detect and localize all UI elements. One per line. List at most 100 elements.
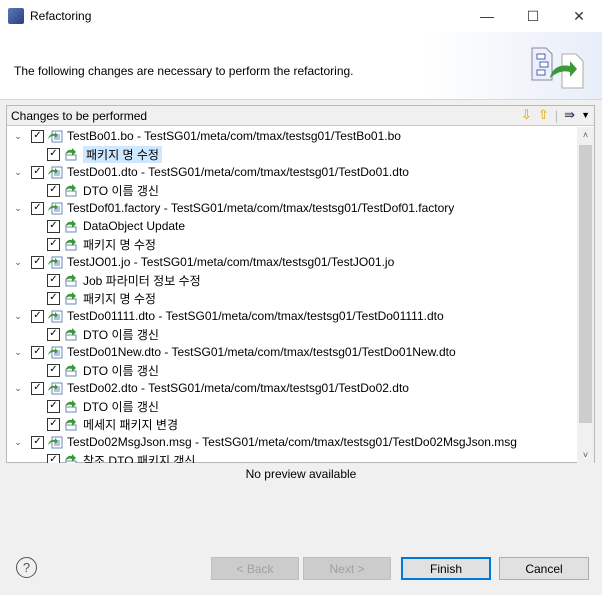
finish-button[interactable]: Finish xyxy=(401,557,491,580)
tree-change-row[interactable]: ✓ DTO 이름 갱신 xyxy=(7,181,578,199)
change-label: 참조 DTO 패키지 갱신 xyxy=(83,453,196,464)
checkbox[interactable]: ✓ xyxy=(47,273,60,287)
text-change-icon xyxy=(63,326,79,342)
tree-change-row[interactable]: ✓ DataObject Update xyxy=(7,217,578,235)
chevron-down-icon[interactable]: ⌄ xyxy=(11,383,25,394)
checkbox[interactable]: ✓ xyxy=(47,237,60,251)
filter-changes-icon[interactable]: ⇛ xyxy=(564,107,575,123)
chevron-down-icon[interactable]: ⌄ xyxy=(11,203,25,214)
file-change-icon xyxy=(47,200,63,216)
tree-change-row[interactable]: ✓ DTO 이름 갱신 xyxy=(7,397,578,415)
checkbox[interactable]: ✓ xyxy=(47,219,60,233)
checkbox[interactable]: ✓ xyxy=(31,129,44,143)
help-button[interactable]: ? xyxy=(16,557,37,578)
text-change-icon xyxy=(63,398,79,414)
tree-change-row[interactable]: ✓ 패키지 명 수정 xyxy=(7,235,578,253)
file-label: TestJO01.jo - TestSG01/meta/com/tmax/tes… xyxy=(67,255,395,269)
checkbox[interactable]: ✓ xyxy=(47,183,60,197)
checkbox[interactable]: ✓ xyxy=(47,399,60,413)
previous-change-icon[interactable]: ⇧ xyxy=(538,107,549,123)
chevron-down-icon[interactable]: ⌄ xyxy=(11,131,25,142)
checkbox[interactable]: ✓ xyxy=(47,417,60,431)
checkbox[interactable]: ✓ xyxy=(31,435,44,449)
cancel-button[interactable]: Cancel xyxy=(499,557,589,580)
close-button[interactable]: ✕ xyxy=(556,0,602,32)
checkbox[interactable]: ✓ xyxy=(31,165,44,179)
text-change-icon xyxy=(63,272,79,288)
tree-file-row[interactable]: ⌄ ✓ TestDo01111.dto - TestSG01/meta/com/tm… xyxy=(7,307,578,325)
chevron-down-icon[interactable]: ⌄ xyxy=(11,311,25,322)
tree-file-row[interactable]: ⌄ ✓ TestDof01.factory - TestSG01/meta/com/… xyxy=(7,199,578,217)
checkbox[interactable]: ✓ xyxy=(47,453,60,463)
wizard-header: The following changes are necessary to p… xyxy=(0,32,602,100)
next-button[interactable]: Next > xyxy=(303,557,391,580)
changes-panel-header: Changes to be performed ⇩ ⇧ | ⇛ ▼ xyxy=(7,106,594,126)
preview-message: No preview available xyxy=(245,467,357,481)
tree-file-row[interactable]: ⌄ ✓ TestDo02MsgJson.msg - TestSG01/meta/co… xyxy=(7,433,578,451)
tree-change-row[interactable]: ✓ DTO 이름 갱신 xyxy=(7,361,578,379)
change-label: DTO 이름 갱신 xyxy=(83,327,159,342)
back-button[interactable]: < Back xyxy=(211,557,299,580)
window-title: Refactoring xyxy=(30,9,92,23)
checkbox[interactable]: ✓ xyxy=(31,255,44,269)
tree-change-row[interactable]: ✓ 패키지 명 수정 xyxy=(7,289,578,307)
checkbox[interactable]: ✓ xyxy=(31,201,44,215)
title-bar: Refactoring — ☐ ✕ xyxy=(0,0,602,32)
checkbox[interactable]: ✓ xyxy=(31,345,44,359)
file-change-icon xyxy=(47,434,63,450)
file-change-icon xyxy=(47,344,63,360)
change-label: DataObject Update xyxy=(83,219,186,233)
chevron-down-icon[interactable]: ⌄ xyxy=(11,167,25,178)
file-change-icon xyxy=(47,380,63,396)
scrollbar-thumb[interactable] xyxy=(579,145,592,423)
toolbar-separator: | xyxy=(554,107,559,123)
file-label: TestBo01.bo - TestSG01/meta/com/tmax/tes… xyxy=(67,129,401,143)
tree-change-row[interactable]: ✓ 참조 DTO 패키지 갱신 xyxy=(7,451,578,463)
text-change-icon xyxy=(63,362,79,378)
file-label: TestDo01111.dto - TestSG01/meta/com/tmax… xyxy=(67,309,444,323)
tree-file-row[interactable]: ⌄ ✓ TestDo01New.dto - TestSG01/meta/com/tm… xyxy=(7,343,578,361)
file-change-icon xyxy=(47,254,63,270)
checkbox[interactable]: ✓ xyxy=(31,381,44,395)
checkbox[interactable]: ✓ xyxy=(47,363,60,377)
file-change-icon xyxy=(47,128,63,144)
text-change-icon xyxy=(63,146,79,162)
tree-file-row[interactable]: ⌄ ✓ TestDo01.dto - TestSG01/meta/com/tmax/… xyxy=(7,163,578,181)
file-label: TestDof01.factory - TestSG01/meta/com/tm… xyxy=(67,201,455,215)
text-change-icon xyxy=(63,290,79,306)
changes-tree: ⌄ ✓ TestBo01.bo - TestSG01/meta/com/tmax/t… xyxy=(7,127,578,463)
vertical-scrollbar[interactable]: ˄ ˅ xyxy=(577,127,594,463)
text-change-icon xyxy=(63,236,79,252)
checkbox[interactable]: ✓ xyxy=(47,327,60,341)
scroll-down-icon[interactable]: ˅ xyxy=(577,447,594,463)
checkbox[interactable]: ✓ xyxy=(47,147,60,161)
change-label: 패키지 명 수정 xyxy=(83,291,156,306)
minimize-button[interactable]: — xyxy=(464,0,510,32)
app-icon xyxy=(8,8,24,24)
tree-change-row[interactable]: ✓ Job 파라미터 정보 수정 xyxy=(7,271,578,289)
chevron-down-icon[interactable]: ⌄ xyxy=(11,347,25,358)
changes-panel: Changes to be performed ⇩ ⇧ | ⇛ ▼ ⌄ ✓ Test… xyxy=(6,105,595,463)
scroll-up-icon[interactable]: ˄ xyxy=(577,127,594,143)
checkbox[interactable]: ✓ xyxy=(31,309,44,323)
tree-file-row[interactable]: ⌄ ✓ TestBo01.bo - TestSG01/meta/com/tmax/t… xyxy=(7,127,578,145)
file-change-icon xyxy=(47,308,63,324)
checkbox[interactable]: ✓ xyxy=(47,291,60,305)
tree-change-row[interactable]: ✓ 패키지 명 수정 xyxy=(7,145,578,163)
maximize-button[interactable]: ☐ xyxy=(510,0,556,32)
tree-change-row[interactable]: ✓ 메세지 패키지 변경 xyxy=(7,415,578,433)
change-label: DTO 이름 갱신 xyxy=(83,363,159,378)
tree-file-row[interactable]: ⌄ ✓ TestJO01.jo - TestSG01/meta/com/tmax/t… xyxy=(7,253,578,271)
header-message: The following changes are necessary to p… xyxy=(14,64,354,78)
tree-file-row[interactable]: ⌄ ✓ TestDo02.dto - TestSG01/meta/com/tmax/… xyxy=(7,379,578,397)
change-label: DTO 이름 갱신 xyxy=(83,399,159,414)
text-change-icon xyxy=(63,416,79,432)
next-change-icon[interactable]: ⇩ xyxy=(521,107,532,123)
change-label: 패키지 명 수정 xyxy=(83,145,162,163)
change-label: 패키지 명 수정 xyxy=(83,237,156,252)
chevron-down-icon[interactable]: ⌄ xyxy=(11,437,25,448)
chevron-down-icon[interactable]: ⌄ xyxy=(11,257,25,268)
view-menu-icon[interactable]: ▼ xyxy=(581,110,590,120)
file-change-icon xyxy=(47,164,63,180)
tree-change-row[interactable]: ✓ DTO 이름 갱신 xyxy=(7,325,578,343)
